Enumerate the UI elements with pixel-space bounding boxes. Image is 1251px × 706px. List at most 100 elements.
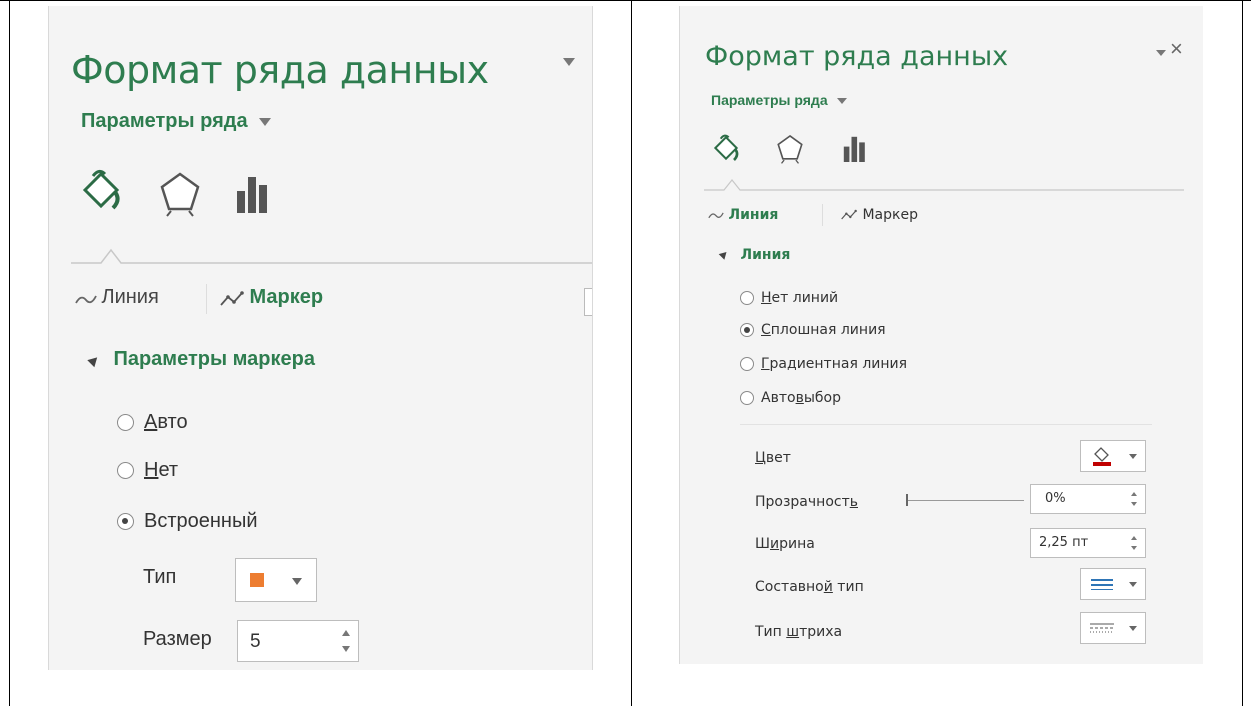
radio-none-label: Нет (144, 459, 179, 481)
marker-line-icon (220, 290, 244, 306)
size-value: 5 (250, 631, 261, 652)
tab-indicator (704, 179, 1184, 191)
bar-chart-icon (843, 136, 865, 162)
line-section[interactable]: Линия (718, 246, 791, 264)
paint-bucket-icon (713, 134, 739, 161)
format-pane-left: Формат ряда данных Параметры ряда Линия … (48, 6, 593, 670)
radio-circle[interactable] (740, 357, 754, 371)
section-divider (740, 424, 1152, 425)
tab-indicator (71, 248, 592, 264)
effects-tab[interactable] (159, 171, 201, 222)
chevron-down-icon (259, 117, 272, 126)
close-button[interactable]: × (1170, 36, 1183, 62)
fill-line-tab[interactable] (710, 132, 742, 169)
chevron-down-icon (1156, 50, 1166, 56)
collapse-triangle-icon (87, 354, 101, 368)
series-options-label: Параметры ряда (711, 92, 828, 108)
radio-no-line-label: Нет линий (761, 290, 839, 306)
stepper-down-icon[interactable] (1131, 546, 1137, 550)
compound-type-label: Составной тип (755, 579, 864, 595)
dash-type-dropdown[interactable] (1080, 612, 1146, 644)
slider-thumb[interactable] (906, 494, 908, 506)
series-options-dropdown[interactable]: Параметры ряда (711, 92, 847, 108)
collapse-triangle-icon (718, 249, 730, 261)
type-label: Тип (143, 566, 177, 588)
radio-gradient-line[interactable]: Градиентная линия (740, 356, 907, 372)
series-options-tab[interactable] (235, 173, 271, 218)
subtab-divider (822, 204, 823, 226)
outline-color-button[interactable] (1080, 440, 1146, 472)
pane-title: Формат ряда данных (705, 41, 1009, 72)
subtab-divider (206, 284, 207, 314)
chevron-down-icon (563, 58, 575, 66)
chevron-down-icon (1129, 454, 1137, 459)
marker-subtab-label: Маркер (249, 286, 324, 308)
chevron-down-icon (836, 98, 847, 105)
frame-middle (631, 0, 632, 706)
stepper-up-icon[interactable] (1131, 492, 1137, 496)
pentagon-icon (160, 172, 200, 217)
color-label: Цвет (755, 450, 791, 466)
radio-solid-line[interactable]: Сплошная линия (740, 322, 886, 338)
compound-type-dropdown[interactable] (1080, 568, 1146, 600)
stepper-down-icon[interactable] (1131, 502, 1137, 506)
radio-circle-selected[interactable] (117, 513, 134, 530)
transparency-slider[interactable] (906, 494, 1024, 506)
fill-line-tab[interactable] (79, 166, 123, 219)
radio-gradient-line-label: Градиентная линия (761, 356, 908, 372)
line-subtab[interactable]: Линия (708, 206, 778, 224)
radio-circle[interactable] (117, 414, 134, 431)
paint-bucket-icon (82, 169, 120, 210)
chevron-down-icon (1129, 582, 1137, 587)
transparency-value: 0% (1045, 491, 1066, 506)
radio-auto[interactable]: Авто (117, 411, 188, 434)
marker-line-icon (841, 209, 857, 220)
chevron-down-icon (292, 578, 302, 585)
scrollbar-stub[interactable] (584, 288, 592, 316)
stepper-up-icon[interactable] (1131, 536, 1137, 540)
transparency-label: Прозрачность (755, 494, 858, 510)
radio-solid-line-label: Сплошная линия (761, 322, 886, 338)
radio-automatic[interactable]: Автовыбор (740, 390, 841, 406)
effects-tab[interactable] (776, 134, 804, 169)
compound-lines-icon (1091, 579, 1113, 590)
dash-type-label: Тип штриха (755, 624, 843, 640)
marker-subtab[interactable]: Маркер (219, 286, 323, 309)
pane-title: Формат ряда данных (71, 48, 489, 92)
frame-left (9, 0, 10, 706)
paint-bucket-icon (1093, 447, 1111, 466)
radio-no-line[interactable]: Нет линий (740, 290, 838, 306)
line-icon (75, 295, 97, 304)
size-stepper[interactable]: 5 (237, 620, 359, 662)
line-icon (708, 212, 724, 218)
width-value: 2,25 пт (1039, 535, 1089, 550)
transparency-stepper[interactable]: 0% (1030, 484, 1146, 514)
width-label: Ширина (755, 536, 815, 552)
radio-circle-selected[interactable] (740, 323, 754, 337)
radio-circle[interactable] (740, 291, 754, 305)
size-label: Размер (143, 628, 212, 650)
dash-lines-icon (1090, 623, 1114, 633)
line-section-label: Линия (740, 247, 791, 263)
radio-auto-label: Авто (144, 411, 188, 433)
radio-builtin[interactable]: Встроенный (117, 510, 258, 533)
radio-automatic-label: Автовыбор (761, 390, 841, 406)
radio-circle[interactable] (117, 462, 134, 479)
pentagon-icon (777, 134, 803, 164)
marker-type-dropdown[interactable] (235, 558, 317, 602)
series-options-tab[interactable] (842, 134, 868, 167)
series-options-dropdown[interactable]: Параметры ряда (81, 110, 272, 133)
width-stepper[interactable]: 2,25 пт (1030, 528, 1146, 558)
frame-right (1242, 0, 1243, 706)
radio-circle[interactable] (740, 391, 754, 405)
format-pane-right: Формат ряда данных × Параметры ряда Лини… (679, 6, 1203, 664)
marker-subtab-label: Маркер (862, 207, 918, 223)
stepper-down-icon[interactable] (342, 646, 350, 652)
line-subtab-label: Линия (101, 286, 159, 308)
marker-subtab[interactable]: Маркер (840, 206, 918, 224)
marker-options-section[interactable]: Параметры маркера (87, 348, 315, 371)
slider-track (906, 500, 1024, 501)
radio-none[interactable]: Нет (117, 459, 178, 482)
stepper-up-icon[interactable] (342, 630, 350, 636)
line-subtab[interactable]: Линия (75, 286, 159, 309)
